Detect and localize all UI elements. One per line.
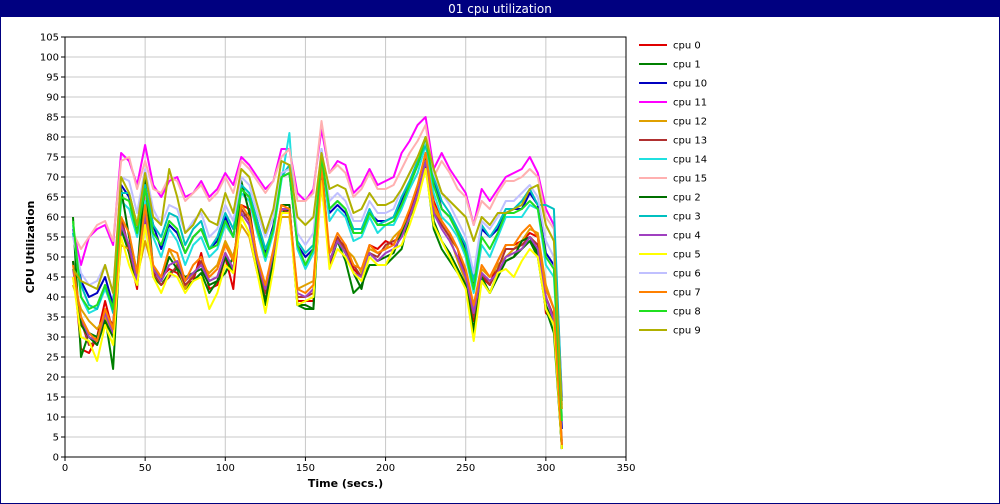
y-tick-label: 85 [46, 113, 59, 124]
x-tick-label: 200 [376, 463, 395, 474]
y-axis-title: CPU Utilization [24, 201, 37, 294]
x-tick-label: 100 [216, 463, 235, 474]
x-tick-label: 50 [139, 463, 152, 474]
y-tick-label: 40 [46, 293, 59, 304]
y-tick-label: 55 [46, 233, 59, 244]
legend-label-cpu-13: cpu 13 [673, 136, 707, 147]
legend-label-cpu-5: cpu 5 [673, 250, 701, 261]
y-tick-label: 30 [46, 333, 59, 344]
legend-label-cpu-1: cpu 1 [673, 60, 701, 71]
x-tick-label: 0 [62, 463, 68, 474]
legend-label-cpu-6: cpu 6 [673, 269, 701, 280]
x-tick-label: 250 [456, 463, 475, 474]
x-tick-label: 300 [536, 463, 555, 474]
legend-label-cpu-0: cpu 0 [673, 41, 701, 52]
y-tick-label: 105 [40, 33, 59, 44]
y-tick-label: 50 [46, 253, 59, 264]
y-tick-label: 10 [46, 413, 59, 424]
legend-label-cpu-15: cpu 15 [673, 174, 707, 185]
y-tick-label: 35 [46, 313, 59, 324]
cpu-utilization-chart: 0 5 10 15 20 25 30 35 40 45 50 55 60 65 70 75 80 85 90 95 10… [24, 33, 707, 491]
y-tick-label: 80 [46, 133, 59, 144]
series-lines [72, 116, 563, 450]
y-tick-label: 60 [46, 213, 59, 224]
x-axis-title: Time (secs.) [308, 477, 383, 490]
y-tick-label: 45 [46, 273, 59, 284]
legend-label-cpu-12: cpu 12 [673, 117, 707, 128]
x-tick-label: 350 [616, 463, 635, 474]
legend-label-cpu-2: cpu 2 [673, 193, 701, 204]
x-tick-label: 150 [296, 463, 315, 474]
legend-label-cpu-11: cpu 11 [673, 98, 707, 109]
legend-label-cpu-3: cpu 3 [673, 212, 701, 223]
legend: cpu 0 cpu 1 cpu 10 cpu 11 cpu 12 cpu 13 cpu 14… [639, 41, 707, 337]
y-tick-label: 20 [46, 373, 59, 384]
legend-label-cpu-7: cpu 7 [673, 288, 701, 299]
legend-label-cpu-14: cpu 14 [673, 155, 707, 166]
y-tick-label: 5 [53, 433, 59, 444]
legend-label-cpu-9: cpu 9 [673, 326, 701, 337]
legend-label-cpu-4: cpu 4 [673, 231, 701, 242]
legend-label-cpu-8: cpu 8 [673, 307, 701, 318]
y-tick-label: 0 [53, 453, 59, 464]
y-tick-label: 65 [46, 193, 59, 204]
y-tick-label: 25 [46, 353, 59, 364]
legend-label-cpu-10: cpu 10 [673, 79, 707, 90]
y-tick-label: 100 [40, 53, 59, 64]
series-line-cpu-15 [72, 120, 563, 406]
y-tick-label: 75 [46, 153, 59, 164]
chart-window: 01 cpu utilization 0 5 10 15 20 25 30 35 40 45 50 5… [0, 0, 1000, 504]
y-tick-label: 90 [46, 93, 59, 104]
y-tick-label: 95 [46, 73, 59, 84]
y-tick-label: 70 [46, 173, 59, 184]
series-line-cpu-9 [72, 136, 563, 410]
y-tick-label: 15 [46, 393, 59, 404]
